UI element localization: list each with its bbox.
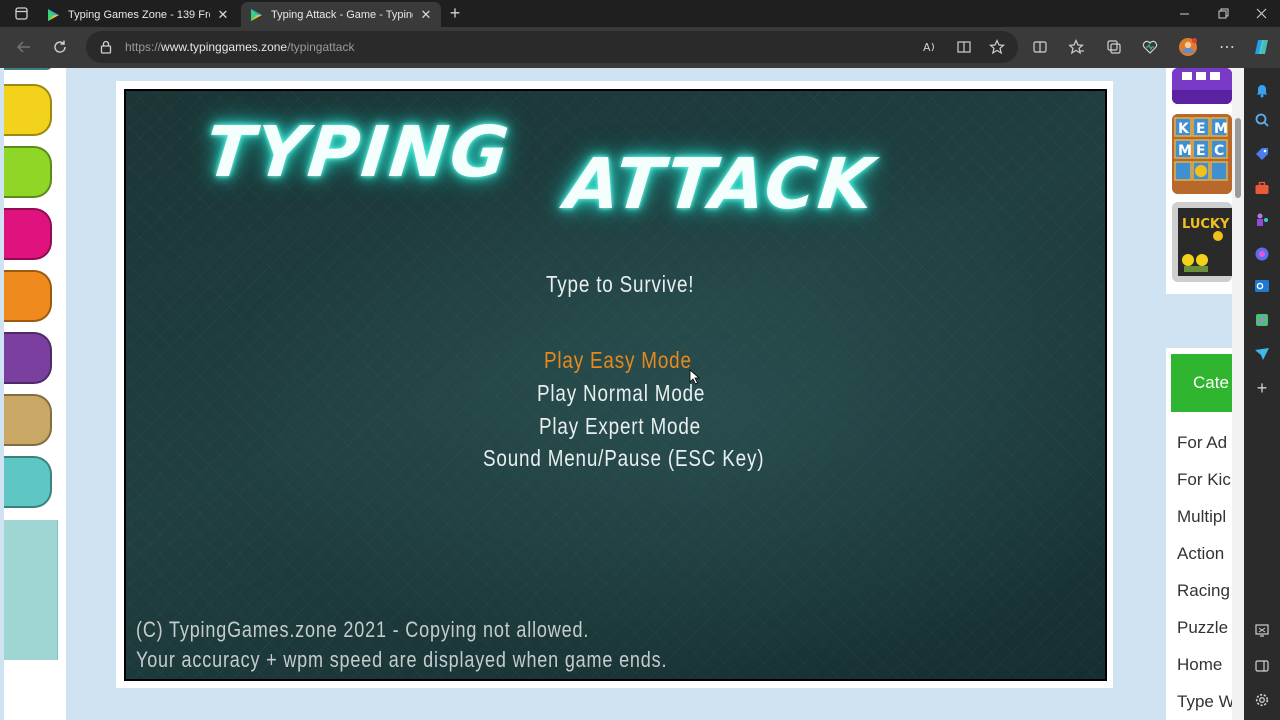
svg-text:E: E (1196, 121, 1206, 137)
copyright-text: (C) TypingGames.zone 2021 - Copying not … (136, 617, 590, 642)
outlook-icon[interactable] (1252, 276, 1272, 296)
browser-toolbar: https://www.typinggames.zone/typingattac… (0, 27, 1280, 68)
close-tab-icon[interactable]: ✕ (216, 7, 230, 23)
screenshot-icon[interactable] (1252, 620, 1272, 640)
tab-label: Typing Attack - Game - Typing G (271, 8, 413, 21)
tab-typing-games-zone[interactable]: Typing Games Zone - 139 Free G ✕ (38, 2, 238, 27)
add-icon[interactable]: + (1252, 378, 1272, 398)
immersive-reader-icon[interactable] (950, 33, 978, 61)
sidebar-toggle-icon[interactable] (1252, 656, 1272, 676)
favorites-icon[interactable] (1063, 33, 1091, 61)
menu-play-expert[interactable]: Play Expert Mode (539, 413, 701, 440)
split-screen-icon[interactable] (1026, 33, 1054, 61)
lucky-title: LUCKY (1182, 217, 1230, 232)
profile-avatar[interactable] (1174, 33, 1202, 61)
send-icon[interactable] (1252, 344, 1272, 364)
tagline: Type to Survive! (546, 271, 695, 297)
categories-button[interactable]: Cate (1171, 354, 1232, 412)
svg-text:A: A (923, 41, 931, 54)
tag-icon[interactable] (1252, 144, 1272, 164)
category-home[interactable]: Home (1177, 655, 1222, 675)
category-multiplayer[interactable]: Multipl (1177, 507, 1226, 527)
play-logo-icon (251, 8, 262, 21)
close-tab-icon[interactable]: ✕ (419, 7, 433, 23)
edge-sidebar: + (1244, 68, 1280, 720)
svg-text:K: K (1178, 121, 1190, 137)
svg-text:M: M (1214, 121, 1228, 137)
color-tile-green[interactable] (4, 146, 52, 198)
title-bar: Typing Games Zone - 139 Free G ✕ Typing … (0, 0, 1280, 27)
read-aloud-icon[interactable]: A (916, 33, 944, 61)
game-frame: TYPING ATTACK Type to Survive! Play Easy… (116, 81, 1113, 688)
settings-icon[interactable] (1252, 690, 1272, 710)
color-tile-yellow[interactable] (4, 84, 52, 136)
close-window-icon[interactable] (1242, 0, 1280, 27)
chess-icon[interactable] (1252, 210, 1272, 230)
scrollbar-thumb[interactable] (1235, 118, 1241, 198)
category-for-adults[interactable]: For Ad (1177, 433, 1227, 453)
browser-essentials-icon[interactable] (1136, 33, 1164, 61)
right-game-column: KEM MEC LUCKY Cate For Ad For Kic Multip… (1166, 68, 1232, 720)
category-action[interactable]: Action (1177, 544, 1224, 564)
refresh-icon[interactable] (46, 33, 74, 61)
web-page: TYPING ATTACK Type to Survive! Play Easy… (0, 68, 1244, 720)
svg-text:C: C (1214, 143, 1224, 159)
color-tile-purple[interactable] (4, 332, 52, 384)
briefcase-icon[interactable] (1252, 178, 1272, 198)
left-panel-block (4, 520, 58, 660)
game-thumbnail-keyboard[interactable]: KEM MEC (1172, 114, 1232, 194)
category-racing[interactable]: Racing (1177, 581, 1230, 601)
color-tile-tan[interactable] (4, 394, 52, 446)
menu-play-easy[interactable]: Play Easy Mode (544, 347, 692, 374)
lock-icon[interactable] (98, 39, 114, 55)
minimize-icon[interactable] (1165, 0, 1203, 27)
tab-actions-icon[interactable] (2, 0, 40, 27)
search-icon[interactable] (1252, 110, 1272, 130)
new-tab-button[interactable]: + (436, 0, 474, 27)
left-color-panel (4, 68, 66, 720)
page-scrollbar[interactable] (1232, 68, 1244, 720)
bell-icon[interactable] (1252, 80, 1272, 100)
right-spacer (1166, 294, 1232, 348)
game-thumbnail-lucky[interactable]: LUCKY (1172, 202, 1232, 282)
url-text: https://www.typinggames.zone/typingattac… (125, 40, 355, 54)
color-tile[interactable] (4, 68, 52, 70)
logo-attack: ATTACK (561, 143, 880, 225)
color-tile-magenta[interactable] (4, 208, 52, 260)
back-arrow-icon[interactable] (10, 33, 38, 61)
restore-icon[interactable] (1204, 0, 1242, 27)
tab-typing-attack[interactable]: Typing Attack - Game - Typing G ✕ (241, 2, 441, 27)
menu-sound-pause[interactable]: Sound Menu/Pause (ESC Key) (483, 445, 764, 472)
address-bar[interactable]: https://www.typinggames.zone/typingattac… (86, 31, 1018, 63)
logo-typing: TYPING (201, 111, 515, 193)
mouse-pointer-icon (689, 369, 701, 385)
svg-text:E: E (1196, 143, 1206, 159)
color-tile-teal[interactable] (4, 456, 52, 508)
game-canvas[interactable]: TYPING ATTACK Type to Survive! Play Easy… (124, 89, 1107, 681)
menu-play-normal[interactable]: Play Normal Mode (537, 380, 705, 407)
designer-icon[interactable] (1252, 310, 1272, 330)
play-logo-icon (48, 8, 59, 21)
category-puzzle[interactable]: Puzzle (1177, 618, 1228, 638)
copilot-icon[interactable] (1252, 244, 1272, 264)
copilot-icon[interactable] (1249, 33, 1277, 61)
collections-icon[interactable] (1100, 33, 1128, 61)
favorite-star-icon[interactable] (983, 33, 1011, 61)
svg-text:M: M (1178, 143, 1192, 159)
tab-label: Typing Games Zone - 139 Free G (68, 8, 210, 21)
game-thumbnail-purple[interactable] (1172, 68, 1232, 104)
more-options-icon[interactable]: ⋯ (1213, 33, 1241, 61)
score-info-text: Your accuracy + wpm speed are displayed … (136, 647, 668, 672)
category-for-kids[interactable]: For Kic (1177, 470, 1231, 490)
category-type-words[interactable]: Type W (1177, 692, 1232, 712)
color-tile-orange[interactable] (4, 270, 52, 322)
